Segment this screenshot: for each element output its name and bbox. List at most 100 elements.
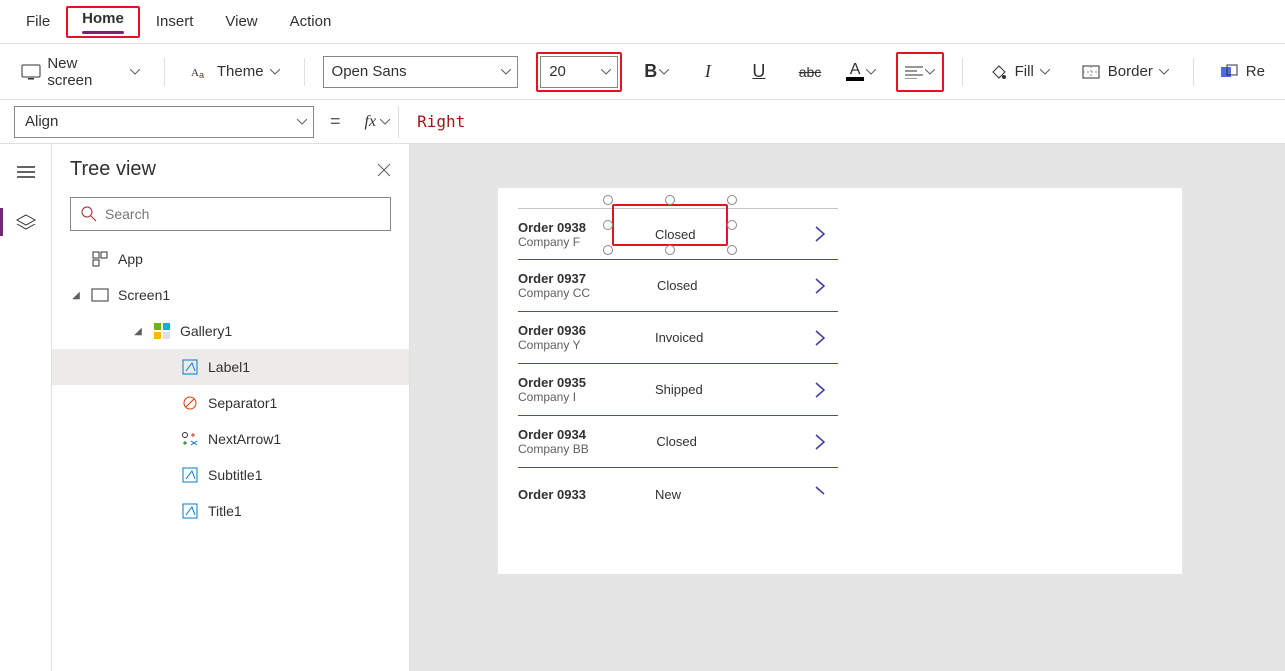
label-icon [180, 357, 200, 377]
tree-title: Tree view [70, 158, 156, 181]
font-name-select[interactable]: Open Sans [323, 56, 519, 88]
border-button[interactable]: Border [1074, 59, 1175, 85]
row-title: Order 0933 [518, 487, 586, 502]
close-icon [377, 163, 391, 177]
menu-home[interactable]: Home [66, 6, 140, 38]
separator-icon [180, 393, 200, 413]
border-icon [1080, 63, 1102, 81]
reorder-icon [1218, 63, 1240, 81]
theme-label: Theme [217, 63, 264, 80]
text-align-button[interactable] [900, 56, 940, 88]
theme-button[interactable]: Aa Theme [183, 59, 286, 85]
tree-item-title[interactable]: Title1 [52, 493, 409, 529]
tree-item-label: NextArrow1 [208, 431, 281, 447]
formula-bar: Align = fx [0, 100, 1285, 144]
row-subtitle: Company BB [518, 442, 589, 456]
tree-item-subtitle[interactable]: Subtitle1 [52, 457, 409, 493]
tree-item-label: Label1 [208, 359, 250, 375]
tree-item-gallery[interactable]: ◢ Gallery1 [52, 313, 409, 349]
row-subtitle: Company F [518, 235, 586, 249]
expander-icon[interactable]: ◢ [70, 290, 82, 301]
gallery-row[interactable]: Order 0936 Company Y Invoiced [518, 312, 838, 364]
tree-item-label: Title1 [208, 503, 242, 519]
tree-item-separator[interactable]: Separator1 [52, 385, 409, 421]
row-arrow[interactable] [814, 433, 838, 451]
border-label: Border [1108, 63, 1153, 80]
reorder-label: Re [1246, 63, 1265, 80]
menu-action-label: Action [290, 13, 332, 30]
tree-view-pane: Tree view App ◢ Screen1 ◢ [52, 144, 410, 671]
fill-button[interactable]: Fill [981, 59, 1056, 85]
menu-action[interactable]: Action [274, 7, 348, 36]
tree-item-label: Separator1 [208, 395, 277, 411]
new-screen-button[interactable]: New screen [14, 51, 146, 93]
row-arrow[interactable] [814, 329, 838, 347]
nextarrow-icon [180, 429, 200, 449]
expander-icon[interactable]: ◢ [132, 326, 144, 337]
row-status: New [655, 487, 745, 502]
row-subtitle: Company CC [518, 286, 590, 300]
chevron-down-icon [297, 119, 307, 125]
divider [304, 58, 305, 86]
tree-list: App ◢ Screen1 ◢ Gallery1 Label1 Separato… [52, 241, 409, 671]
menu-file[interactable]: File [10, 7, 66, 36]
menu-insert-label: Insert [156, 13, 194, 30]
underline-icon: U [752, 61, 765, 82]
tree-item-label1[interactable]: Label1 [52, 349, 409, 385]
hamburger-button[interactable] [8, 154, 44, 190]
search-input[interactable] [105, 206, 380, 222]
row-title: Order 0936 [518, 323, 586, 338]
row-arrow[interactable] [814, 381, 838, 399]
bold-icon: B [644, 61, 657, 82]
gallery-row[interactable]: Order 0937 Company CC Closed [518, 260, 838, 312]
font-size-select[interactable]: 20 [540, 56, 618, 88]
tree-item-nextarrow[interactable]: NextArrow1 [52, 421, 409, 457]
selection-overlay[interactable] [612, 204, 728, 246]
artboard[interactable]: Order 0938 Company F Closed Order 0937 C… [498, 188, 1182, 574]
bold-button[interactable]: B [640, 56, 673, 88]
search-box[interactable] [70, 197, 391, 231]
row-arrow[interactable] [814, 277, 838, 295]
new-screen-icon [20, 63, 41, 81]
chevron-right-icon [814, 225, 826, 243]
font-color-button[interactable]: A [845, 56, 878, 88]
divider [1193, 58, 1194, 86]
canvas[interactable]: Order 0938 Company F Closed Order 0937 C… [410, 144, 1285, 671]
gallery-icon [152, 321, 172, 341]
svg-text:a: a [199, 70, 204, 80]
chevron-down-icon [130, 69, 140, 75]
menu-view[interactable]: View [209, 7, 273, 36]
search-wrap [70, 197, 391, 231]
chevron-right-icon [814, 277, 826, 295]
ribbon: New screen Aa Theme Open Sans 20 B I U a… [0, 44, 1285, 100]
tree-item-label: App [118, 251, 143, 267]
row-arrow[interactable] [814, 225, 838, 243]
row-title: Order 0938 [518, 220, 586, 235]
reorder-button[interactable]: Re [1212, 59, 1271, 85]
formula-input[interactable] [409, 106, 1271, 138]
fx-button[interactable]: fx [357, 106, 400, 138]
search-icon [81, 206, 97, 222]
gallery-row[interactable]: Order 0935 Company I Shipped [518, 364, 838, 416]
tree-item-label: Subtitle1 [208, 467, 262, 483]
chevron-down-icon [1159, 69, 1169, 75]
property-select[interactable]: Align [14, 106, 314, 138]
tree-item-app[interactable]: App [52, 241, 409, 277]
equals-label: = [324, 111, 347, 132]
gallery-preview[interactable]: Order 0938 Company F Closed Order 0937 C… [518, 208, 838, 520]
align-icon [905, 65, 923, 79]
tree-view-rail-button[interactable] [8, 204, 44, 240]
row-arrow[interactable] [814, 485, 838, 503]
tree-header: Tree view [52, 144, 409, 189]
tree-item-screen[interactable]: ◢ Screen1 [52, 277, 409, 313]
gallery-row[interactable]: Order 0934 Company BB Closed [518, 416, 838, 468]
underline-button[interactable]: U [742, 56, 775, 88]
gallery-row[interactable]: Order 0933 New [518, 468, 838, 520]
tree-item-label: Gallery1 [180, 323, 232, 339]
menu-insert[interactable]: Insert [140, 7, 210, 36]
row-title: Order 0935 [518, 375, 586, 390]
strikethrough-button[interactable]: abc [793, 56, 826, 88]
italic-button[interactable]: I [691, 56, 724, 88]
close-button[interactable] [377, 163, 391, 177]
menu-bar: File Home Insert View Action [0, 0, 1285, 44]
